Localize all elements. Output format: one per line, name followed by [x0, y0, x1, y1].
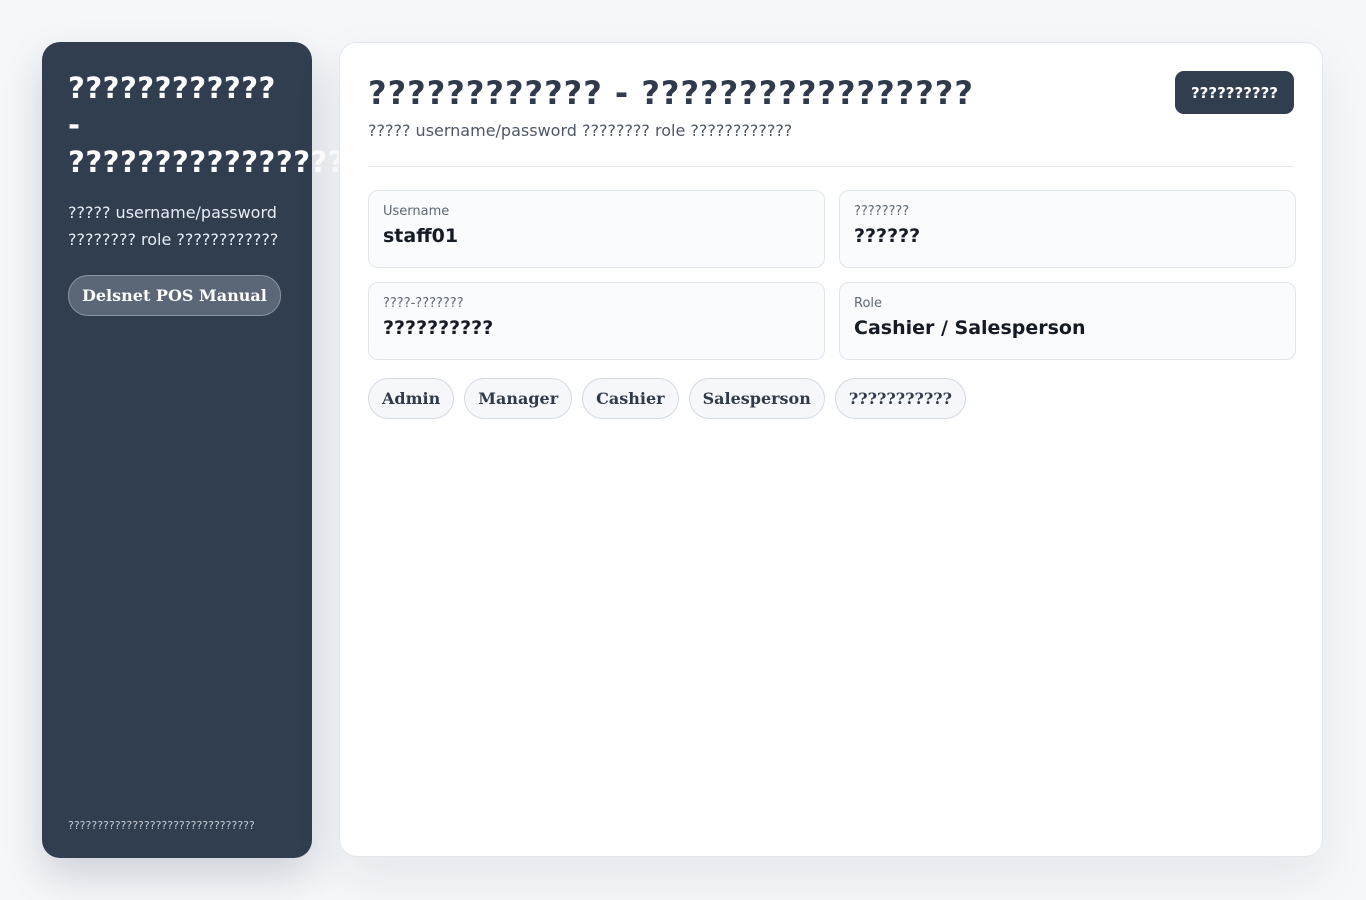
role-chip-cashier[interactable]: Cashier	[582, 378, 679, 419]
name-field: ????-??????? ??????????	[368, 282, 825, 360]
sidebar-title-line: ????????????	[68, 71, 276, 105]
sidebar-title-line: -	[68, 108, 81, 142]
role-chip-admin[interactable]: Admin	[368, 378, 455, 419]
field-label: ????????	[854, 204, 910, 219]
field-label: ????-???????	[383, 296, 464, 311]
sidebar-description: ????? username/password ???????? role ??…	[68, 203, 279, 249]
sidebar-footer: ????????????????????????????????	[68, 819, 255, 832]
role-chip-manager[interactable]: Manager	[464, 378, 573, 419]
header-action-button[interactable]: ??????????	[1174, 71, 1294, 114]
page-subtitle: ????? username/password ???????? role ??…	[368, 121, 793, 140]
field-value: ??????????	[383, 317, 494, 339]
field-value: staff01	[383, 225, 459, 247]
sidebar-title-line: ????????????????	[68, 145, 346, 179]
divider	[368, 166, 1294, 167]
field-label: Role	[854, 296, 883, 311]
sidebar-title: ???????????? - ????????????????	[68, 70, 368, 181]
password-field: ???????? ??????	[839, 190, 1296, 268]
role-chip-other[interactable]: ???????????	[834, 378, 966, 419]
field-value: ??????	[854, 225, 921, 247]
main-panel: ???????????? - ????????????????? ????? u…	[339, 42, 1323, 857]
field-value: Cashier / Salesperson	[854, 317, 1086, 339]
sidebar: ???????????? - ???????????????? ????? us…	[42, 42, 345, 858]
page-title: ???????????? - ?????????????????	[368, 74, 974, 112]
role-field: Role Cashier / Salesperson	[839, 282, 1296, 360]
role-chip-list: Admin Manager Cashier Salesperson ??????…	[368, 378, 966, 419]
role-chip-salesperson[interactable]: Salesperson	[688, 378, 825, 419]
manual-link-button[interactable]: Delsnet POS Manual	[68, 275, 281, 316]
field-label: Username	[383, 204, 450, 219]
username-field: Username staff01	[368, 190, 825, 268]
